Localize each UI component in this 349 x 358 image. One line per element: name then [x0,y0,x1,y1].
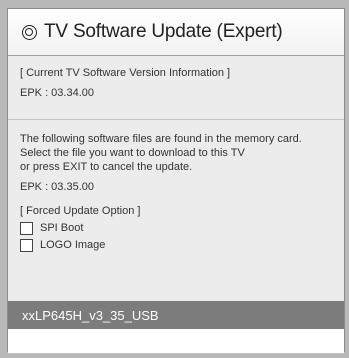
info-line-3: or press EXIT to cancel the update. [20,161,193,173]
logo-image-checkbox[interactable] [20,238,33,252]
dialog-title: TV Software Update (Expert) [44,21,283,42]
dialog-header: TV Software Update (Expert) [8,9,344,56]
update-section: The following software files are found i… [8,120,344,252]
file-name: xxLP645H_v3_35_USB [22,307,159,323]
option-logo-image[interactable]: LOGO Image [20,238,344,252]
current-section-label: [ Current TV Software Version Informatio… [20,67,231,79]
current-version-value: EPK : 03.34.00 [20,87,94,99]
current-version-section: [ Current TV Software Version Informatio… [8,56,344,120]
info-line-1: The following software files are found i… [20,133,302,145]
forced-option-label: [ Forced Update Option ] [20,205,141,217]
option-spi-boot[interactable]: SPI Boot [20,221,344,235]
target-icon [22,24,37,40]
dialog-body: [ Current TV Software Version Informatio… [8,56,344,354]
software-update-dialog: TV Software Update (Expert) [ Current TV… [7,8,345,354]
info-line-2: Select the file you want to download to … [20,147,245,159]
spi-boot-checkbox[interactable] [20,221,33,235]
option-label: LOGO Image [40,239,106,251]
file-list-item-selected[interactable]: xxLP645H_v3_35_USB [8,301,344,329]
new-version-value: EPK : 03.35.00 [20,181,94,193]
file-list-empty-row [8,329,344,354]
option-label: SPI Boot [40,222,84,234]
